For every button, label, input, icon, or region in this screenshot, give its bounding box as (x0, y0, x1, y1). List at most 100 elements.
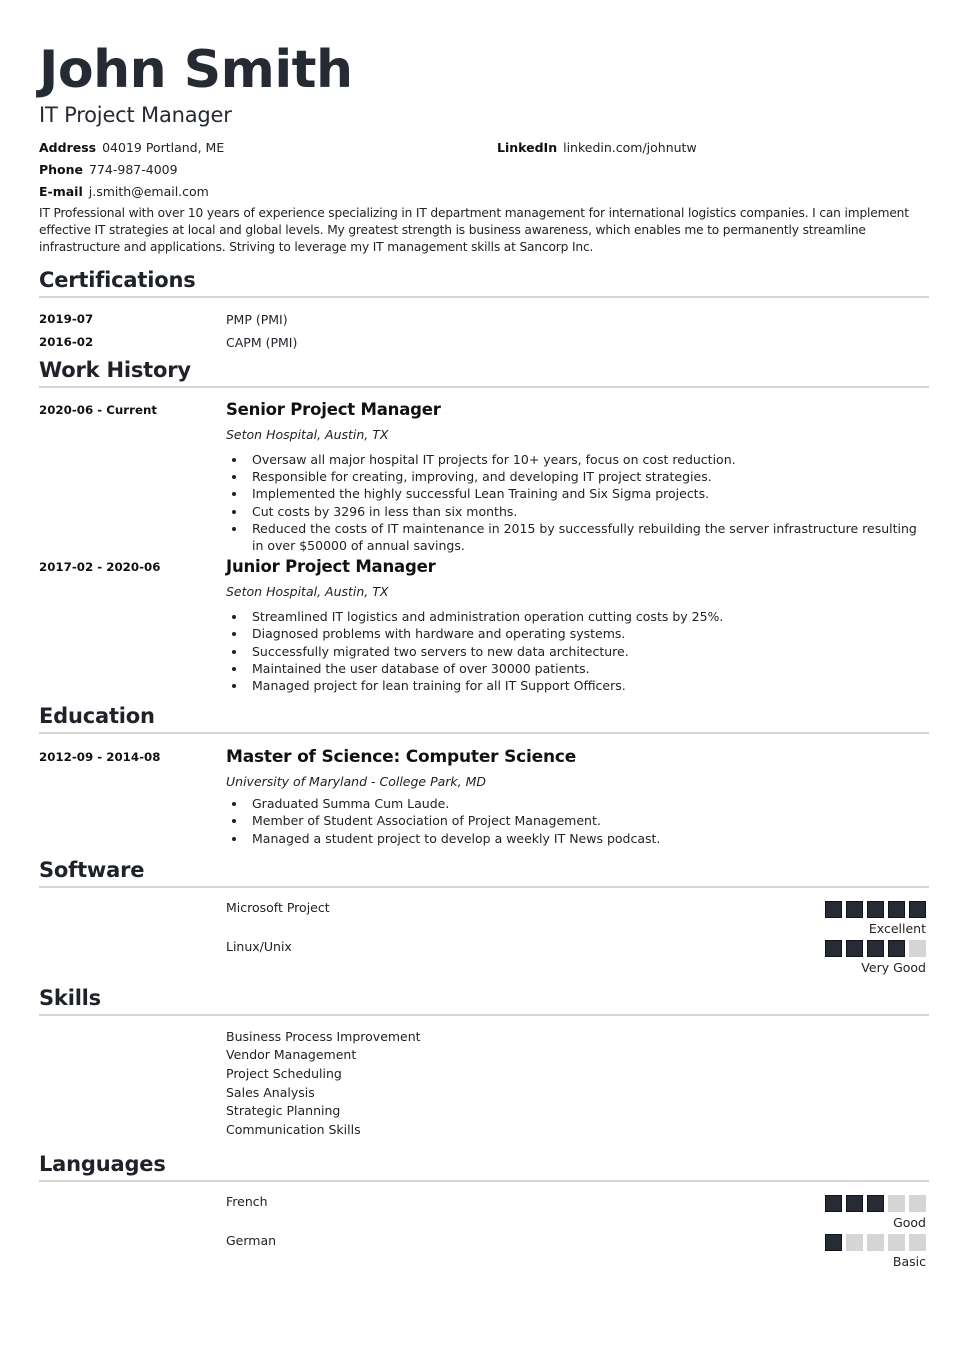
rating-boxes (825, 900, 926, 918)
language-name: German (226, 1233, 277, 1249)
job-title-heading: IT Project Manager (39, 103, 232, 127)
rating-box-empty (846, 1234, 863, 1252)
job-entry: 2017-02 - 2020-06 Junior Project Manager… (39, 556, 929, 694)
job-bullet: Implemented the highly successful Lean T… (232, 485, 929, 502)
candidate-name: John Smith (39, 40, 353, 100)
job-bullet: Oversaw all major hospital IT projects f… (232, 451, 929, 468)
job-company: Seton Hospital, Austin, TX (226, 584, 389, 600)
resume-page: John Smith IT Project Manager Address 040… (39, 40, 929, 1270)
rating-box-filled (867, 1195, 884, 1213)
language-name: French (226, 1194, 268, 1210)
language-item: French Good (39, 1192, 929, 1231)
rating-boxes (825, 1195, 926, 1213)
job-bullet: Managed project for lean training for al… (232, 677, 929, 694)
rating-label: Very Good (861, 959, 926, 975)
address-label: Address (39, 140, 97, 155)
address-value: 04019 Portland, ME (102, 140, 225, 155)
certification-name: PMP (PMI) (226, 312, 288, 327)
software-item: Linux/Unix Very Good (39, 937, 929, 976)
section-software: Software Microsoft Project Excellent Lin… (39, 858, 929, 976)
rating-box-empty (888, 1234, 905, 1252)
education-bullet: Member of Student Association of Project… (232, 812, 929, 829)
languages-list: French Good German Basic (39, 1192, 929, 1270)
section-languages: Languages French Good German Basic (39, 1152, 929, 1270)
rating-box-filled (846, 900, 863, 918)
rating-label: Basic (892, 1254, 926, 1270)
job-company: Seton Hospital, Austin, TX (226, 427, 389, 442)
certification-name: CAPM (PMI) (226, 335, 298, 350)
rating-box-filled (825, 900, 842, 918)
job-bullet: Maintained the user database of over 300… (232, 660, 929, 677)
contact-address: Address 04019 Portland, ME (39, 137, 224, 159)
job-bullet: Cut costs by 3296 in less than six month… (232, 503, 929, 520)
certification-date: 2019-07 (39, 312, 94, 326)
rating-box-empty (909, 1234, 926, 1252)
contact-linkedin: LinkedIn linkedin.com/johnutw (497, 137, 697, 159)
skill-item: Vendor Management (226, 1047, 357, 1063)
software-name: Microsoft Project (226, 899, 330, 915)
linkedin-label: LinkedIn (497, 140, 558, 155)
section-heading-software: Software (39, 858, 929, 888)
section-heading-education: Education (39, 704, 929, 735)
section-education: Education 2012-09 - 2014-08 Master of Sc… (39, 704, 929, 847)
certifications-list: 2019-07 PMP (PMI) 2016-02 CAPM (PMI) (39, 308, 929, 354)
job-position: Junior Project Manager (226, 557, 436, 577)
rating-box-filled (825, 1195, 842, 1213)
contact-info: Address 04019 Portland, ME Phone 774-987-4… (39, 137, 929, 203)
software-list: Microsoft Project Excellent Linux/Unix V… (39, 898, 929, 976)
skill-item: Communication Skills (226, 1121, 361, 1137)
email-value[interactable]: j.smith@email.com (89, 184, 209, 199)
education-bullet: Managed a student project to develop a w… (232, 830, 929, 847)
section-heading-skills: Skills (39, 986, 929, 1016)
job-dates: 2020-06 - Current (39, 403, 157, 417)
skill-item: Sales Analysis (226, 1084, 315, 1100)
rating-label: Excellent (868, 920, 926, 936)
section-heading-languages: Languages (39, 1152, 929, 1183)
rating-box-filled (867, 900, 884, 918)
software-item: Microsoft Project Excellent (39, 898, 929, 937)
certification-item: 2016-02 CAPM (PMI) (39, 331, 929, 354)
job-bullets: Oversaw all major hospital IT projects f… (226, 451, 929, 554)
certification-item: 2019-07 PMP (PMI) (39, 308, 929, 331)
email-label: E-mail (39, 184, 83, 199)
skills-list: Business Process Improvement Vendor Mana… (39, 1028, 929, 1140)
contact-phone: Phone 774-987-4009 (39, 159, 178, 181)
job-bullet: Reduced the costs of IT maintenance in 2… (232, 520, 929, 554)
linkedin-value[interactable]: linkedin.com/johnutw (563, 140, 697, 155)
section-heading-certifications: Certifications (39, 268, 929, 298)
language-rating: Good (825, 1195, 926, 1232)
language-item: German Basic (39, 1231, 929, 1270)
rating-label: Good (893, 1215, 926, 1231)
job-bullet: Successfully migrated two servers to new… (232, 643, 929, 660)
education-bullets: Graduated Summa Cum Laude. Member of Stu… (226, 795, 929, 847)
contact-email: E-mail j.smith@email.com (39, 181, 209, 203)
skill-item: Project Scheduling (226, 1066, 342, 1082)
rating-box-filled (846, 1195, 863, 1213)
education-entry: 2012-09 - 2014-08 Master of Science: Com… (39, 746, 929, 847)
job-dates: 2017-02 - 2020-06 (39, 560, 161, 575)
rating-boxes (825, 939, 926, 957)
professional-summary: IT Professional with over 10 years of ex… (39, 206, 909, 254)
skill-item: Strategic Planning (226, 1103, 341, 1119)
software-rating: Very Good (825, 939, 926, 977)
rating-box-filled (846, 939, 863, 957)
section-skills: Skills Business Process Improvement Vend… (39, 986, 929, 1140)
rating-box-filled (825, 939, 842, 957)
section-certifications: Certifications 2019-07 PMP (PMI) 2016-02… (39, 268, 929, 354)
rating-box-filled (909, 900, 926, 918)
rating-box-filled (825, 1234, 842, 1252)
skill-item: Business Process Improvement (226, 1028, 421, 1044)
rating-box-empty (888, 1195, 905, 1213)
phone-value: 774-987-4009 (89, 162, 178, 177)
rating-boxes (825, 1234, 926, 1252)
education-school: University of Maryland - College Park, M… (226, 774, 487, 790)
job-bullet: Streamlined IT logistics and administrat… (232, 608, 929, 625)
education-bullet: Graduated Summa Cum Laude. (232, 795, 929, 812)
rating-box-filled (888, 939, 905, 957)
job-bullets: Streamlined IT logistics and administrat… (226, 608, 929, 694)
job-bullet: Diagnosed problems with hardware and ope… (232, 625, 929, 642)
language-rating: Basic (825, 1234, 926, 1271)
education-degree: Master of Science: Computer Science (226, 747, 577, 768)
rating-box-filled (867, 939, 884, 957)
education-dates: 2012-09 - 2014-08 (39, 750, 161, 765)
